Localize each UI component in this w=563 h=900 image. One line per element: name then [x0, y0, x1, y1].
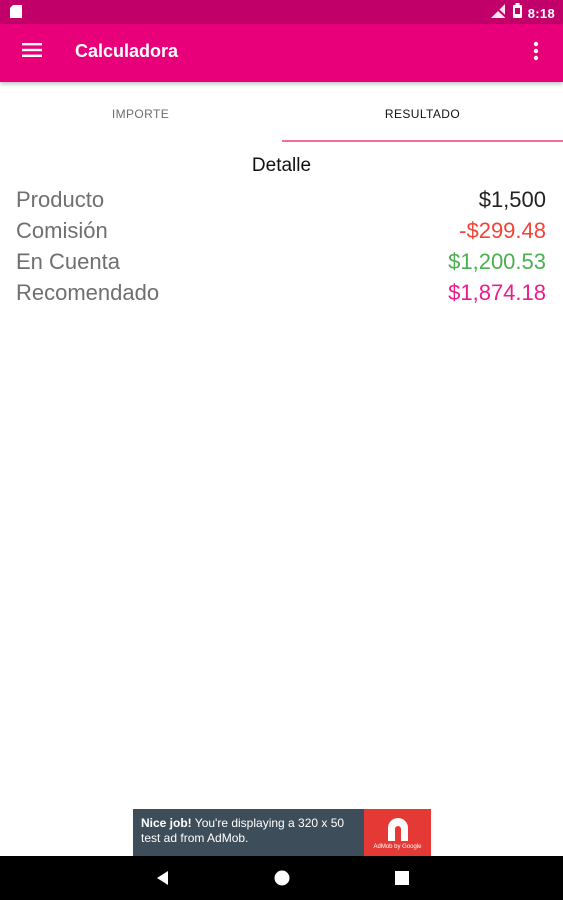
admob-icon	[385, 816, 411, 847]
row-value: $1,200.53	[448, 249, 546, 274]
notification-icon	[10, 5, 22, 23]
admob-logo: AdMob by Google	[364, 809, 431, 856]
system-nav-bar	[0, 856, 563, 900]
tab-importe[interactable]: IMPORTE	[0, 84, 281, 144]
recents-icon[interactable]	[392, 868, 412, 888]
app-title: Calculadora	[75, 41, 179, 61]
tab-indicator	[282, 140, 563, 142]
home-icon[interactable]	[272, 868, 292, 888]
status-time: 8:18	[527, 5, 555, 21]
back-icon[interactable]	[153, 868, 173, 888]
more-options-icon[interactable]	[533, 41, 543, 65]
status-bar: 8:18	[0, 0, 563, 24]
app-bar: Calculadora	[0, 24, 563, 82]
battery-icon	[512, 3, 522, 23]
row-label: En Cuenta	[16, 249, 120, 274]
row-producto: Producto $1,500	[0, 184, 563, 215]
row-value: $1,874.18	[448, 280, 546, 305]
row-label: Comisión	[16, 218, 108, 243]
menu-icon[interactable]	[22, 43, 48, 63]
row-en-cuenta: En Cuenta $1,200.53	[0, 246, 563, 277]
row-comision: Comisión -$299.48	[0, 215, 563, 246]
ad-brand: AdMob by Google	[373, 844, 422, 850]
signal-off-icon	[490, 3, 507, 23]
row-label: Producto	[16, 187, 105, 212]
row-recomendado: Recomendado $1,874.18	[0, 277, 563, 308]
ad-text: Nice job! You're displaying a 320 x 50 t…	[141, 816, 366, 846]
detail-rows: Producto $1,500 Comisión -$299.48 En Cue…	[0, 184, 563, 308]
ad-banner[interactable]: Nice job! You're displaying a 320 x 50 t…	[133, 809, 431, 856]
ad-headline: Nice job!	[141, 816, 192, 830]
tab-bar: IMPORTE RESULTADO	[0, 84, 563, 144]
detail-title: Detalle	[251, 155, 312, 176]
row-label: Recomendado	[16, 280, 160, 305]
row-value: -$299.48	[459, 218, 546, 243]
tab-resultado[interactable]: RESULTADO	[282, 84, 563, 144]
row-value: $1,500	[478, 187, 546, 212]
result-detail: Detalle Producto $1,500 Comisión -$299.4…	[0, 152, 563, 305]
